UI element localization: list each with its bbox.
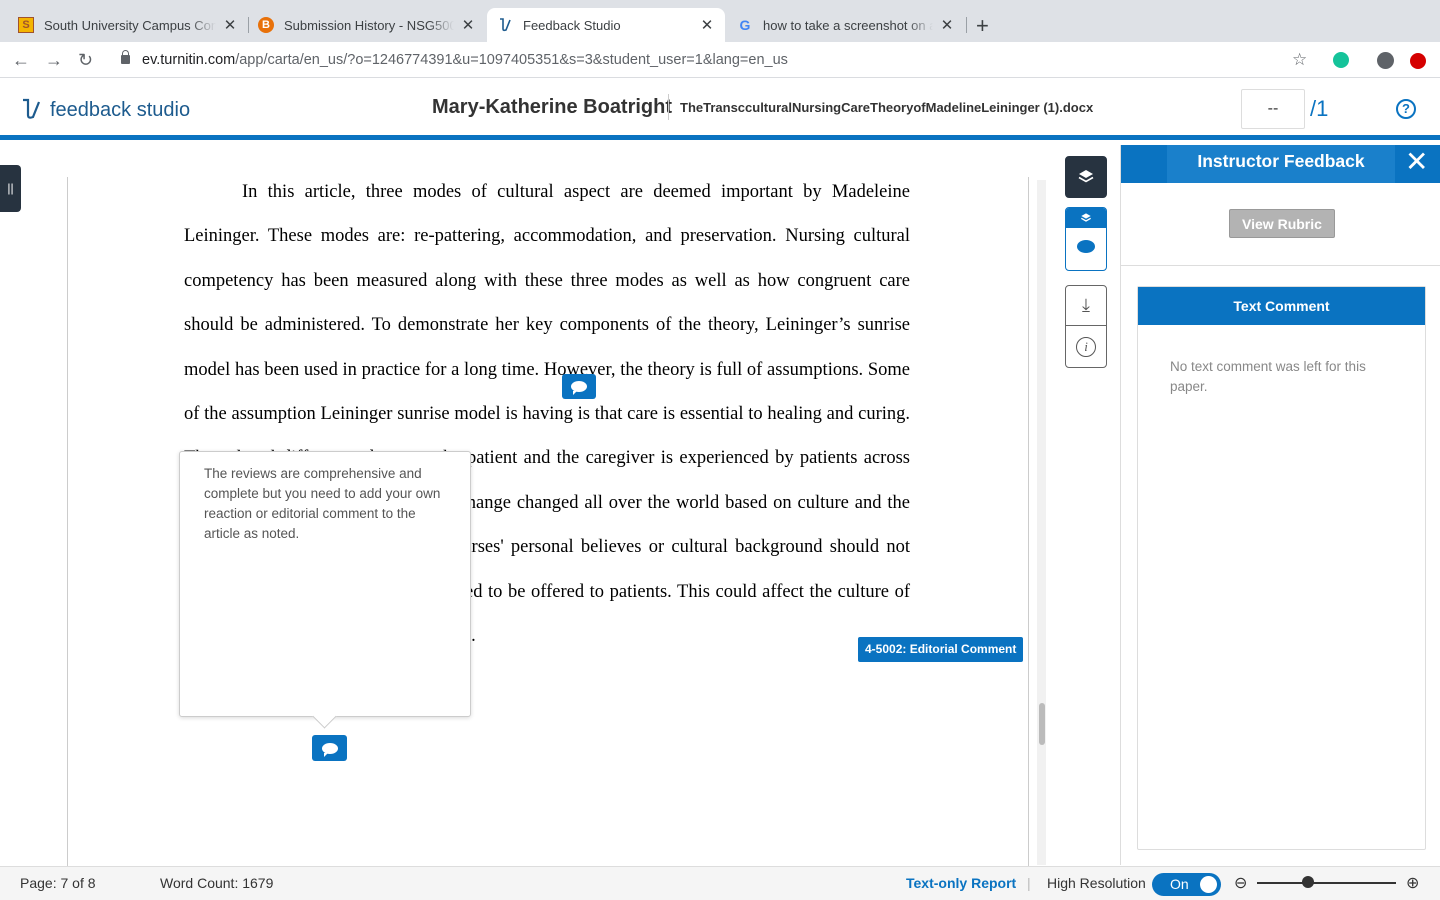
lock-icon (121, 50, 130, 64)
forward-icon[interactable]: → (45, 50, 63, 71)
page-total: /1 (1310, 96, 1329, 121)
info-icon[interactable]: i (1066, 326, 1106, 367)
panel-header: Instructor Feedback ✕ (1121, 145, 1440, 183)
scrollbar[interactable] (1037, 180, 1046, 865)
comment-bubble-icon[interactable] (312, 735, 347, 761)
close-tab-icon[interactable]: ✕ (699, 16, 715, 34)
close-tab-icon[interactable]: ✕ (939, 16, 955, 34)
high-resolution-toggle[interactable]: On (1152, 873, 1221, 896)
text-comment-card: Text Comment No text comment was left fo… (1137, 286, 1426, 850)
turnitin-logo-icon (23, 98, 41, 119)
google-icon: G (739, 17, 751, 33)
status-bar: Page: 7 of 8 Word Count: 1679 Text-only … (0, 866, 1440, 900)
b-icon: B (258, 17, 274, 33)
zoom-slider-handle[interactable] (1302, 876, 1314, 888)
browser-tab-south-university[interactable]: S South University Campus Com ✕ (8, 8, 248, 42)
grammarly-icon[interactable] (1333, 52, 1349, 68)
turnitin-icon (497, 17, 513, 33)
scrollbar-thumb[interactable] (1039, 703, 1045, 745)
zoom-out-icon[interactable]: ⊖ (1234, 873, 1247, 893)
comment-bubble-icon[interactable] (562, 374, 596, 399)
text-comment-title: Text Comment (1138, 287, 1425, 325)
extension-icon[interactable] (1410, 53, 1426, 69)
browser-toolbar: ← → ↻ ev.turnitin.com/app/carta/en_us/?o… (0, 42, 1440, 78)
s-icon: S (18, 17, 34, 33)
file-name: TheTranscculturalNursingCareTheoryofMade… (680, 100, 1094, 115)
layers-icon (1078, 170, 1094, 183)
download-icon[interactable]: ⤓ (1066, 286, 1106, 326)
comment-popup: The reviews are comprehensive and comple… (179, 451, 471, 717)
layers-button[interactable] (1065, 156, 1107, 198)
side-panel-handle[interactable]: || (0, 165, 21, 212)
browser-tab-submission-history[interactable]: B Submission History - NSG5002 ✕ (248, 8, 486, 42)
profile-icon[interactable] (1377, 52, 1394, 69)
bookmark-star-icon[interactable]: ☆ (1292, 50, 1307, 70)
comment-icon (1077, 240, 1095, 253)
page-indicator: Page: 7 of 8 (20, 875, 96, 891)
browser-tab-google-search[interactable]: G how to take a screenshot on a ✕ (727, 8, 965, 42)
zoom-in-icon[interactable]: ⊕ (1406, 873, 1419, 893)
close-icon[interactable]: ✕ (1405, 148, 1428, 176)
page-number-input[interactable]: -- (1241, 89, 1305, 129)
reload-icon[interactable]: ↻ (78, 50, 93, 71)
close-tab-icon[interactable]: ✕ (460, 16, 476, 34)
view-rubric-button[interactable]: View Rubric (1229, 209, 1335, 238)
word-count: Word Count: 1679 (160, 875, 274, 891)
close-tab-icon[interactable]: ✕ (222, 16, 238, 34)
browser-tab-feedback-studio[interactable]: Feedback Studio ✕ (487, 8, 725, 42)
help-icon[interactable]: ? (1396, 99, 1416, 119)
layer-icon (1066, 208, 1106, 228)
student-name: Mary-Katherine Boatright (432, 96, 673, 118)
back-icon[interactable]: ← (12, 50, 30, 71)
text-only-report-link[interactable]: Text-only Report (906, 875, 1016, 891)
app-header: feedback studio Mary-Katherine Boatright… (0, 79, 1440, 140)
panel-title: Instructor Feedback (1167, 145, 1395, 183)
high-resolution-label: High Resolution (1047, 875, 1146, 891)
text-comment-body: No text comment was left for this paper. (1170, 359, 1366, 394)
download-info-group: ⤓ i (1065, 285, 1107, 368)
zoom-slider[interactable] (1257, 882, 1396, 884)
instructor-feedback-panel: Instructor Feedback ✕ View Rubric Text C… (1120, 145, 1440, 865)
quickmark-tag[interactable]: 4-5002: Editorial Comment (858, 637, 1024, 662)
browser-tab-bar: S South University Campus Com ✕ B Submis… (0, 0, 1440, 42)
instructor-feedback-layer-button[interactable] (1065, 207, 1107, 271)
feedback-studio-logo: feedback studio (20, 97, 190, 123)
comment-text: The reviews are comprehensive and comple… (204, 466, 441, 541)
address-bar[interactable]: ev.turnitin.com/app/carta/en_us/?o=12467… (142, 52, 788, 68)
new-tab-icon[interactable]: + (976, 13, 989, 39)
